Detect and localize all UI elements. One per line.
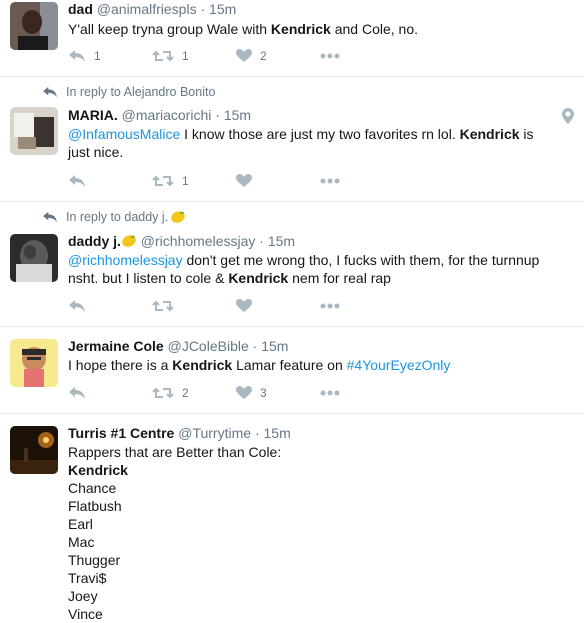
separator: · [215, 107, 220, 123]
list-item: Joey [68, 588, 98, 604]
list-item: Travi$ [68, 570, 107, 586]
reply-button[interactable] [68, 174, 152, 188]
retweet-icon [152, 50, 174, 62]
retweet-button[interactable]: 2 [152, 386, 236, 400]
heart-icon [236, 174, 252, 187]
reply-context-label: In reply to daddy j. [66, 210, 169, 224]
more-icon [320, 303, 340, 309]
avatar[interactable] [10, 107, 58, 155]
reply-icon [69, 50, 85, 62]
like-button[interactable]: 2 [236, 49, 320, 63]
reply-button[interactable]: 1 [68, 49, 152, 63]
list-item: Vince [68, 606, 103, 622]
retweet-count: 1 [182, 49, 189, 63]
mention-link[interactable]: @richhomelessjay [68, 252, 183, 268]
avatar[interactable] [10, 339, 58, 387]
retweet-button[interactable]: 1 [152, 174, 236, 188]
keyword-highlight: Kendrick [172, 357, 233, 373]
reply-icon [69, 175, 85, 187]
more-icon [320, 390, 340, 396]
list-item: Mac [68, 534, 95, 550]
reply-context-icon [43, 211, 57, 223]
retweet-count: 2 [182, 386, 189, 400]
more-button[interactable] [320, 303, 404, 309]
author-handle[interactable]: @richhomelessjay [141, 233, 256, 249]
avatar[interactable] [10, 234, 58, 282]
reply-context-icon [43, 86, 57, 98]
keyword-highlight: Kendrick [228, 270, 289, 286]
tweet-text: @InfamousMalice I know those are just my… [68, 126, 534, 160]
reply-icon [69, 387, 85, 399]
tweet-5[interactable]: Turris #1 Centre @Turrytime · 15m Rapper… [0, 414, 584, 622]
hashtag-link[interactable]: #4YourEyezOnly [347, 357, 451, 373]
more-button[interactable] [320, 390, 404, 396]
tweet-3[interactable]: In reply to daddy j. daddy j. @richhomel… [0, 202, 584, 327]
reply-button[interactable] [68, 386, 152, 400]
avatar[interactable] [10, 426, 58, 474]
author-handle[interactable]: @animalfriespls [97, 1, 197, 17]
tweet-text: Rappers that are Better than Cole: Kendr… [68, 443, 564, 623]
lemon-emoji-icon [122, 235, 136, 247]
like-count: 3 [260, 386, 267, 400]
separator: · [200, 1, 206, 17]
list-item: Earl [68, 516, 93, 532]
author-handle[interactable]: @Turrytime [178, 425, 251, 441]
more-icon [320, 178, 340, 184]
like-button[interactable] [236, 174, 320, 188]
author-name[interactable]: daddy j. [68, 233, 121, 249]
retweet-icon [152, 300, 174, 312]
avatar[interactable] [10, 2, 58, 50]
retweet-icon [152, 175, 174, 187]
more-button[interactable] [320, 53, 404, 59]
reply-button[interactable] [68, 299, 152, 313]
retweet-icon [152, 387, 174, 399]
heart-icon [236, 49, 252, 62]
tweet-2[interactable]: In reply to Alejandro Bonito MARIA. @mar… [0, 77, 584, 202]
reply-context[interactable]: In reply to Alejandro Bonito [42, 85, 215, 99]
author-handle[interactable]: @mariacorichi [122, 107, 212, 123]
reply-icon [69, 300, 85, 312]
separator: · [252, 338, 258, 354]
heart-icon [236, 386, 252, 399]
heart-icon [236, 299, 252, 312]
more-icon [320, 53, 340, 59]
author-name[interactable]: Jermaine Cole [68, 338, 164, 354]
tweet-text: Y'all keep tryna group Wale with Kendric… [68, 21, 419, 37]
retweet-button[interactable]: 1 [152, 49, 236, 63]
separator: · [254, 425, 260, 441]
author-name[interactable]: MARIA. [68, 107, 118, 123]
retweet-button[interactable] [152, 299, 236, 313]
lemon-emoji-icon [171, 211, 185, 223]
keyword-highlight: Kendrick [68, 462, 128, 478]
reply-context-label: In reply to Alejandro Bonito [66, 85, 216, 99]
keyword-highlight: Kendrick [270, 21, 331, 37]
tweet-text: @richhomelessjay don't get me wrong tho,… [68, 252, 540, 286]
tweet-1[interactable]: dad @animalfriespls · 15m Y'all keep try… [0, 0, 584, 77]
mention-link[interactable]: @InfamousMalice [68, 126, 180, 142]
list-item: Flatbush [68, 498, 122, 514]
more-button[interactable] [320, 178, 404, 184]
author-handle[interactable]: @JColeBible [168, 338, 249, 354]
timestamp[interactable]: 15m [261, 338, 288, 354]
separator: · [259, 233, 264, 249]
retweet-count: 1 [182, 174, 189, 188]
timestamp[interactable]: 15m [209, 1, 236, 17]
list-item: Thugger [68, 552, 121, 568]
author-name[interactable]: dad [68, 1, 93, 17]
reply-context[interactable]: In reply to daddy j. [42, 210, 186, 224]
keyword-highlight: Kendrick [459, 126, 520, 142]
like-button[interactable]: 3 [236, 386, 320, 400]
list-item: Chance [68, 480, 117, 496]
like-count: 2 [260, 49, 267, 63]
timestamp[interactable]: 15m [268, 233, 295, 249]
tweet-text: I hope there is a Kendrick Lamar feature… [68, 357, 451, 373]
timestamp[interactable]: 15m [264, 425, 291, 441]
tweet-4[interactable]: Jermaine Cole @JColeBible · 15m I hope t… [0, 327, 584, 414]
like-button[interactable] [236, 299, 320, 313]
author-name[interactable]: Turris #1 Centre [68, 425, 174, 441]
reply-count: 1 [94, 49, 101, 63]
timestamp[interactable]: 15m [224, 107, 251, 123]
